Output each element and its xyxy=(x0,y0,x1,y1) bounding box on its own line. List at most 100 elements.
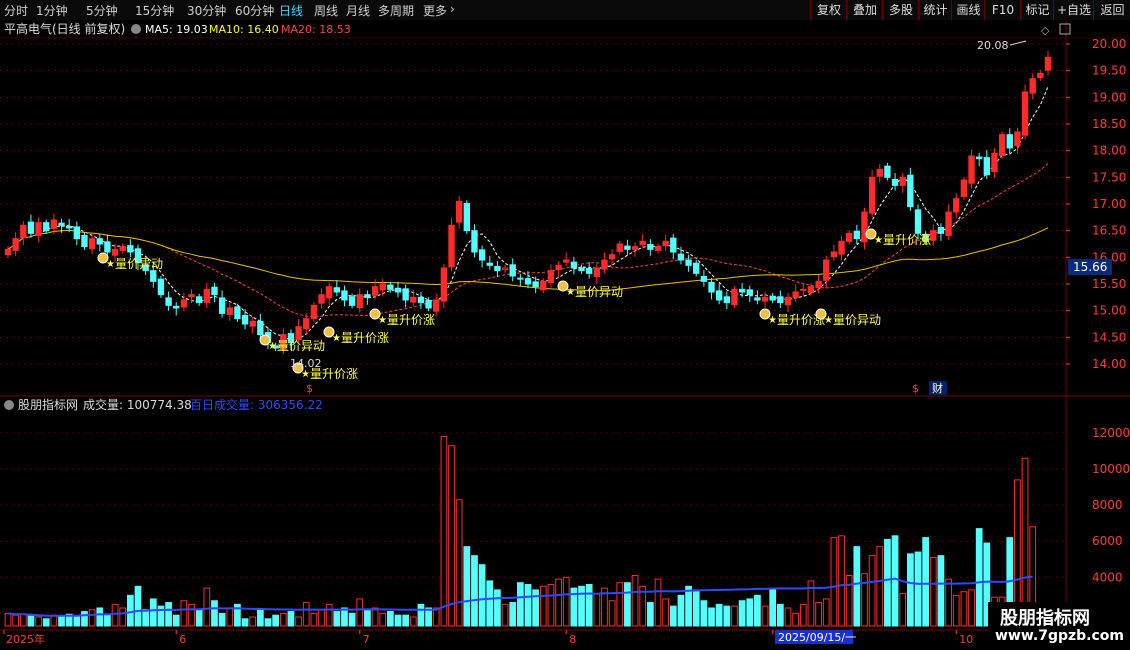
candle-body xyxy=(348,296,356,306)
price-tick-label: 17.00 xyxy=(1092,197,1126,211)
tab-weekly[interactable]: 周线 xyxy=(314,2,338,19)
volume-bar xyxy=(111,603,119,627)
diamond-icon[interactable]: ◇ xyxy=(1041,24,1050,37)
volume-bar xyxy=(631,575,639,627)
candle-body xyxy=(12,238,19,251)
tab-1min[interactable]: 1分钟 xyxy=(36,2,68,19)
date-cursor-label: 2025/09/15/一 xyxy=(778,631,856,644)
candle-body xyxy=(761,296,769,302)
back-button[interactable]: 返回 xyxy=(1093,0,1130,20)
volume-bar xyxy=(50,614,58,627)
volume-bar xyxy=(463,546,471,627)
candle-body xyxy=(823,259,830,281)
candle-body xyxy=(211,286,218,296)
candle-body xyxy=(425,300,432,309)
candle-body xyxy=(976,156,983,160)
volume-bar xyxy=(975,528,983,627)
volume-bar xyxy=(822,598,830,627)
volume-tick-label: 8000 xyxy=(1092,498,1123,512)
indicator-title[interactable]: 股朋指标网 xyxy=(18,397,78,412)
volume-bar xyxy=(256,609,264,627)
tab-multi-period[interactable]: 多周期 xyxy=(378,2,414,19)
tab-intraday[interactable]: 分时 xyxy=(4,2,28,19)
volume-bar xyxy=(784,607,792,627)
overlay-button[interactable]: 叠加 xyxy=(846,0,883,20)
volume-bar xyxy=(27,615,35,627)
volume-bar xyxy=(272,614,280,627)
f10-button[interactable]: F10 xyxy=(984,0,1021,20)
volume-bar xyxy=(73,616,81,627)
tab-5min[interactable]: 5分钟 xyxy=(86,2,118,19)
volume-bar xyxy=(4,612,12,627)
candle-body xyxy=(716,290,723,301)
add-watchlist-button[interactable]: +自选 xyxy=(1053,0,1094,20)
finance-label[interactable]: 财 xyxy=(932,381,943,395)
candle-body xyxy=(891,178,899,186)
volume-bar xyxy=(845,575,853,627)
volume-bar xyxy=(516,582,524,627)
volume-bar xyxy=(333,611,341,627)
settings-dot-icon[interactable] xyxy=(131,24,141,34)
candle-body xyxy=(647,244,654,250)
candle-body xyxy=(524,278,532,285)
candle-body xyxy=(723,296,730,304)
candle-body xyxy=(884,165,891,178)
star-icon: ★ xyxy=(268,341,277,352)
candle-body xyxy=(196,296,203,304)
candle-body xyxy=(4,248,12,256)
candle-body xyxy=(157,278,165,296)
volume-bar xyxy=(861,573,868,627)
candle-body xyxy=(326,286,333,299)
candle-body xyxy=(853,230,860,240)
volume-bar xyxy=(754,594,761,627)
ma5-label: MA5: 19.03 xyxy=(145,23,208,36)
candle-body xyxy=(234,306,241,320)
candle-body xyxy=(800,288,807,291)
tab-60min[interactable]: 60分钟 xyxy=(235,2,274,19)
draw-line-button[interactable]: 画线 xyxy=(951,0,985,20)
candle-body xyxy=(830,251,838,258)
stock-name[interactable]: 平高电气(日线 前复权) xyxy=(4,21,125,36)
volume-tick-label: 10000 xyxy=(1092,462,1130,476)
candle-body xyxy=(991,152,998,172)
volume-bar xyxy=(264,618,272,627)
avg-volume-label: 百日成交量: 306356.22 xyxy=(190,397,323,412)
chevron-right-icon[interactable]: › xyxy=(450,2,455,16)
candle-body xyxy=(66,225,73,229)
candle-body xyxy=(998,134,1006,156)
volume-bar xyxy=(142,609,150,627)
star-icon: ★ xyxy=(874,235,883,246)
indicator-settings-icon[interactable] xyxy=(4,400,14,410)
candle-body xyxy=(456,200,463,223)
volume-bar xyxy=(769,589,777,627)
candle-body xyxy=(494,265,501,272)
low-price-label: 14.02 xyxy=(290,357,322,370)
volume-bar xyxy=(364,609,371,627)
tab-30min[interactable]: 30分钟 xyxy=(187,2,226,19)
tab-daily[interactable]: 日线 xyxy=(279,2,303,19)
multi-stock-button[interactable]: 多股 xyxy=(882,0,919,20)
volume-bar xyxy=(379,612,387,627)
kline-chart[interactable]: ★ 量价异动★ 量升价涨★ 量价异动★ 量升价涨★ 量升价涨★ 量价异动★ 量升价涨★ 量价异动… xyxy=(0,20,1130,650)
candle-body xyxy=(953,198,960,213)
tab-15min[interactable]: 15分钟 xyxy=(135,2,174,19)
volume-bar xyxy=(922,537,930,627)
price-tick-label: 14.00 xyxy=(1092,357,1126,371)
volume-bar xyxy=(624,582,631,627)
tab-more[interactable]: 更多 xyxy=(423,2,447,19)
dollar-marker-2[interactable]: $ xyxy=(912,382,919,395)
volume-bar xyxy=(960,591,968,627)
stats-button[interactable]: 统计 xyxy=(918,0,952,20)
mark-button[interactable]: 标记 xyxy=(1020,0,1054,20)
adjust-button[interactable]: 复权 xyxy=(810,0,847,20)
volume-bar xyxy=(211,600,218,627)
volume-bar xyxy=(646,602,654,627)
candle-body xyxy=(624,245,631,250)
star-icon: ★ xyxy=(768,315,777,326)
volume-bar xyxy=(937,555,945,627)
candle-body xyxy=(333,287,341,293)
volume-bar xyxy=(868,555,876,627)
dollar-marker[interactable]: $ xyxy=(306,382,313,395)
tab-monthly[interactable]: 月线 xyxy=(346,2,370,19)
volume-bar xyxy=(371,607,379,627)
